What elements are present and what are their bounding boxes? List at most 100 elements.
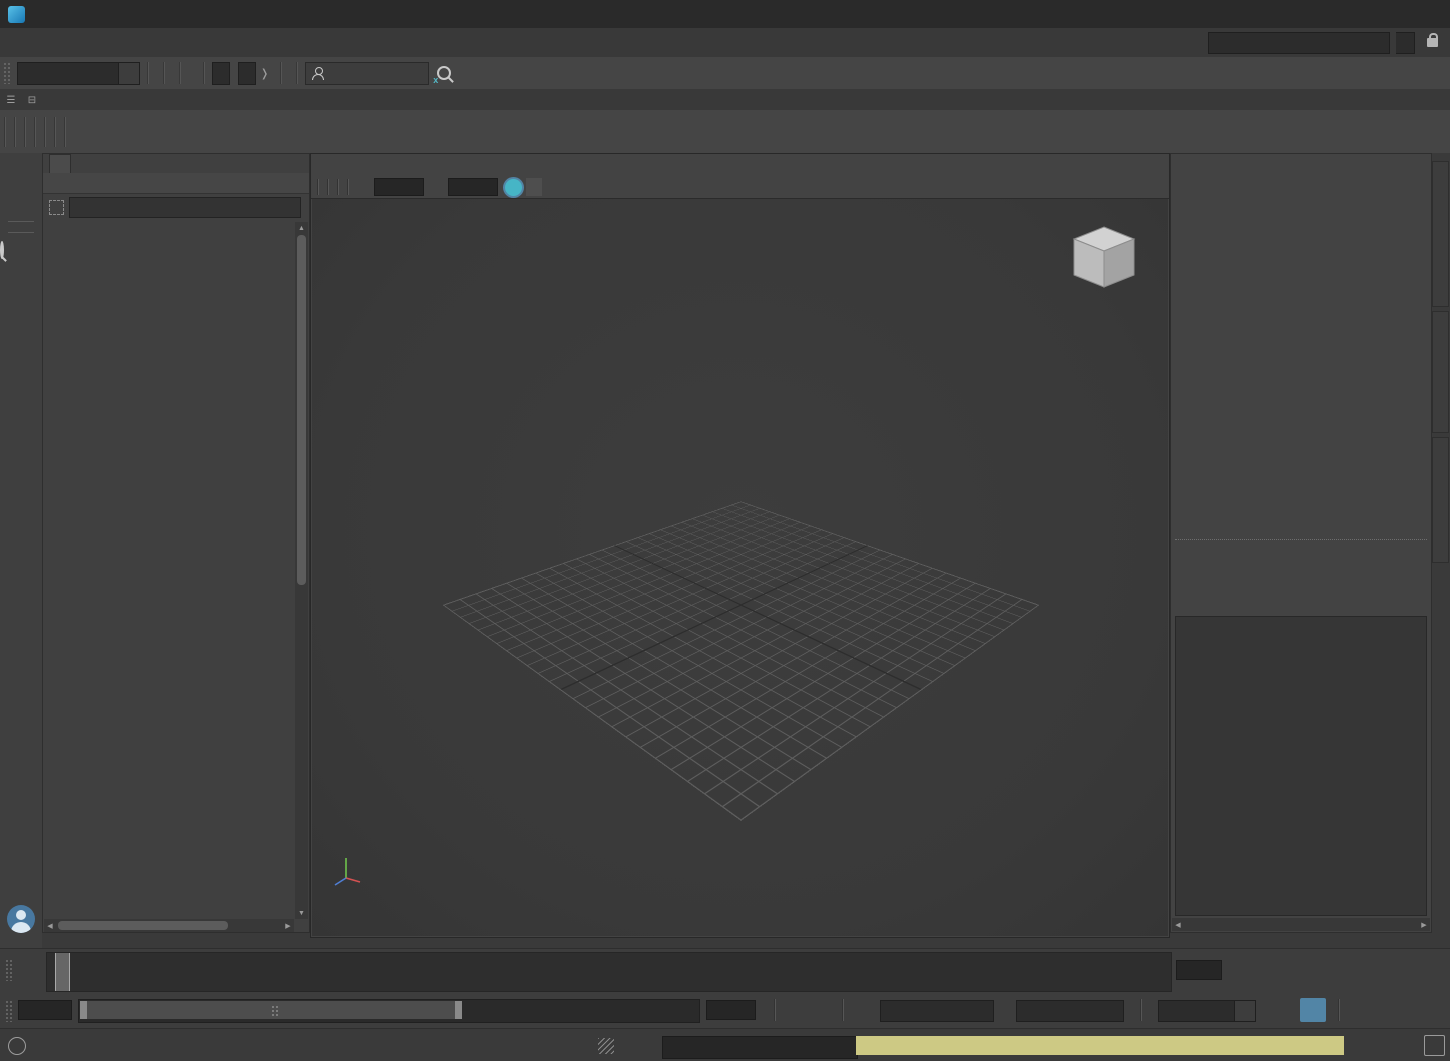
- fps-field[interactable]: [1158, 1000, 1244, 1022]
- loop-playback-icon[interactable]: [1268, 998, 1294, 1022]
- range-slider-track[interactable]: [78, 999, 700, 1023]
- minimize-button[interactable]: [1315, 0, 1360, 28]
- playback-options-icon[interactable]: [1300, 998, 1326, 1022]
- search-icon[interactable]: x: [437, 66, 451, 80]
- scroll-left-icon[interactable]: ◀: [1172, 921, 1184, 929]
- auto-keyframe-icon[interactable]: [1422, 998, 1448, 1022]
- tab-attribute-editor[interactable]: [1432, 311, 1449, 433]
- current-frame-field[interactable]: [1176, 960, 1222, 980]
- poly-modeling-shelf: [0, 110, 1450, 154]
- user-account-icon[interactable]: [7, 905, 35, 933]
- range-drag-dots[interactable]: [271, 1005, 279, 1017]
- character-set-field[interactable]: [880, 1000, 994, 1022]
- scroll-up-icon[interactable]: ▲: [295, 222, 308, 234]
- scroll-left-icon[interactable]: ◀: [44, 922, 56, 930]
- symmetry-field[interactable]: [238, 62, 256, 85]
- title-bar: [0, 0, 1450, 28]
- shelf-options-icon[interactable]: ⊟: [25, 93, 39, 107]
- animation-end-field[interactable]: [706, 1000, 756, 1020]
- viewport-canvas[interactable]: [312, 199, 1168, 936]
- help-line-icon[interactable]: [8, 1037, 26, 1055]
- command-line-row: [0, 1028, 1450, 1061]
- script-editor-icon[interactable]: [1424, 1035, 1445, 1056]
- shelf-menu-icon[interactable]: ☰: [4, 93, 18, 107]
- maximize-button[interactable]: [1360, 0, 1405, 28]
- display-layers-list[interactable]: [1175, 616, 1427, 916]
- range-start-handle[interactable]: [80, 1001, 87, 1019]
- colorspace-selector[interactable]: [526, 178, 542, 196]
- toolbar-separator: [296, 62, 298, 84]
- exposure-field[interactable]: [374, 178, 424, 196]
- anim-layer-field[interactable]: [1016, 1000, 1124, 1022]
- workspace-dropdown-icon[interactable]: [1396, 32, 1415, 54]
- command-input[interactable]: [662, 1036, 858, 1059]
- animation-start-field[interactable]: [18, 1000, 72, 1020]
- panel-divider[interactable]: [1175, 539, 1427, 540]
- outliner-filter-icon[interactable]: [49, 200, 64, 215]
- range-slider-row: [0, 993, 1450, 1028]
- contrast-icon[interactable]: [427, 178, 445, 196]
- main-menubar: [0, 28, 1450, 58]
- toolbar-grip[interactable]: [3, 62, 12, 84]
- exposure-icon[interactable]: [353, 178, 371, 196]
- time-slider-grip[interactable]: [5, 959, 14, 981]
- toolbar-separator: [280, 62, 282, 84]
- layer-editor-menubar: [1171, 572, 1431, 591]
- axis-gizmo: [330, 848, 366, 888]
- bookmark-create-icon[interactable]: [796, 998, 822, 1022]
- outliner-search-input[interactable]: [70, 201, 290, 213]
- scroll-down-icon[interactable]: ▼: [295, 907, 308, 919]
- layer-editor-scrollbar[interactable]: ◀ ▶: [1172, 918, 1430, 931]
- menu-set-value[interactable]: [17, 62, 119, 85]
- scrollbar-thumb[interactable]: [58, 921, 228, 930]
- toolbar-separator: [179, 62, 181, 84]
- workspace-lock-icon[interactable]: [1427, 38, 1438, 47]
- outliner-panel: ▲ ▼ ◀ ▶: [42, 153, 310, 933]
- scrollbar-thumb[interactable]: [297, 235, 306, 585]
- ground-plane-grid: [443, 502, 1040, 822]
- range-end-handle[interactable]: [455, 1001, 462, 1019]
- fps-dropdown-icon[interactable]: [1234, 1000, 1256, 1022]
- view-cube[interactable]: [1068, 221, 1140, 293]
- sign-in-button[interactable]: [305, 62, 429, 85]
- command-line-grip[interactable]: [598, 1038, 614, 1054]
- channel-box-panel: ◀ ▶: [1170, 153, 1432, 933]
- collapse-arrow-icon[interactable]: ❭: [256, 67, 273, 80]
- menu-set-selector[interactable]: [17, 62, 140, 85]
- time-slider[interactable]: [46, 952, 1172, 992]
- color-management-toggle[interactable]: [505, 179, 522, 196]
- outliner-tab[interactable]: [49, 154, 71, 174]
- outliner-search-box[interactable]: [69, 197, 301, 218]
- toolbar-separator: [147, 62, 149, 84]
- workspace-selector: [1202, 32, 1444, 54]
- toolbar-separator: [203, 62, 205, 84]
- outliner-search-row: [43, 195, 309, 219]
- maya-logo-icon: [8, 6, 25, 23]
- outliner-horizontal-scrollbar[interactable]: ◀ ▶: [44, 919, 294, 932]
- speaker-icon[interactable]: [1354, 998, 1380, 1022]
- tab-channel-box-layer-editor[interactable]: [1432, 161, 1449, 307]
- range-slider-bar[interactable]: [80, 1001, 462, 1019]
- range-slider-grip[interactable]: [5, 1000, 14, 1022]
- perspective-viewport[interactable]: [310, 153, 1170, 938]
- shelf-separator: [34, 117, 36, 147]
- toolbox: [0, 153, 42, 948]
- status-line-toolbar: ❭ x: [0, 57, 1450, 90]
- zoom-tool-icon[interactable]: [0, 241, 4, 259]
- workspace-value[interactable]: [1208, 32, 1390, 54]
- outliner-vertical-scrollbar[interactable]: ▲ ▼: [295, 222, 308, 919]
- toolbox-separator: [8, 232, 34, 233]
- menu-set-dropdown-icon[interactable]: [119, 62, 140, 85]
- scroll-right-icon[interactable]: ▶: [282, 922, 294, 930]
- right-sidebar-tabs: [1432, 153, 1450, 933]
- current-time-indicator[interactable]: [55, 953, 70, 991]
- warning-message: [856, 1036, 1344, 1055]
- cached-playback-icon[interactable]: [1392, 998, 1418, 1022]
- close-button[interactable]: [1405, 0, 1450, 28]
- live-surface-field[interactable]: [212, 62, 230, 85]
- contrast-field[interactable]: [448, 178, 498, 196]
- scroll-right-icon[interactable]: ▶: [1418, 921, 1430, 929]
- tab-modeling-toolkit[interactable]: [1432, 437, 1449, 563]
- time-ticks: [49, 953, 1167, 991]
- main-workspace: ▲ ▼ ◀ ▶: [0, 153, 1450, 948]
